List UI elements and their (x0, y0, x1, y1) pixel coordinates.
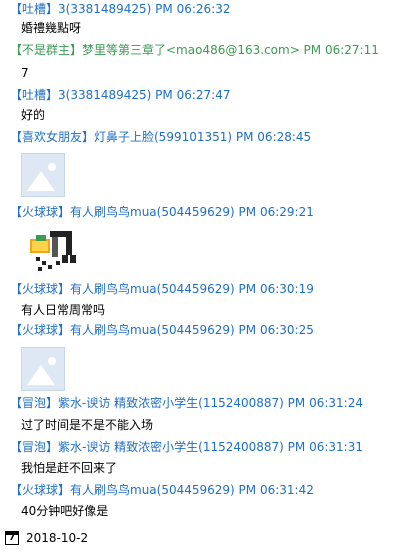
message-header: 【不是群主】梦里等第三章了<mao486@163.com> PM 06:27:1… (10, 43, 379, 57)
message-text: 我怕是赶不回来了 (21, 461, 118, 475)
message-header: 【喜欢女朋友】灯鼻子上脸(599101351) PM 06:28:45 (10, 130, 312, 144)
date-footer: 7 2018-10-2 (0, 528, 416, 548)
message-text: 有人日常周常吗 (21, 303, 106, 317)
message-header: 【吐槽】3(3381489425) PM 06:27:47 (10, 88, 231, 102)
message-header: 【火球球】有人刷鸟鸟mua(504459629) PM 06:30:25 (10, 323, 314, 337)
sticker-emoji-icon[interactable] (22, 227, 84, 273)
message-text: 好的 (21, 108, 46, 122)
message-header: 【冒泡】紫水-谀访 精致浓密小学生(1152400887) PM 06:31:3… (10, 440, 363, 454)
message-text: 7 (21, 66, 29, 80)
image-placeholder-icon[interactable] (21, 153, 65, 197)
calendar-icon: 7 (5, 531, 19, 545)
message-header: 【冒泡】紫水-谀访 精致浓密小学生(1152400887) PM 06:31:2… (10, 396, 363, 410)
message-header: 【火球球】有人刷鸟鸟mua(504459629) PM 06:31:42 (10, 483, 314, 497)
message-header: 【火球球】有人刷鸟鸟mua(504459629) PM 06:30:19 (10, 282, 314, 296)
message-header: 【火球球】有人刷鸟鸟mua(504459629) PM 06:29:21 (10, 205, 314, 219)
message-header: 【吐槽】3(3381489425) PM 06:26:32 (10, 2, 231, 16)
image-placeholder-icon[interactable] (21, 347, 65, 391)
message-text: 婚禮幾點呀 (21, 21, 82, 35)
date-label: 2018-10-2 (26, 531, 89, 545)
message-text: 40分钟吧好像是 (21, 504, 109, 518)
message-text: 过了时间是不是不能入场 (21, 418, 154, 432)
